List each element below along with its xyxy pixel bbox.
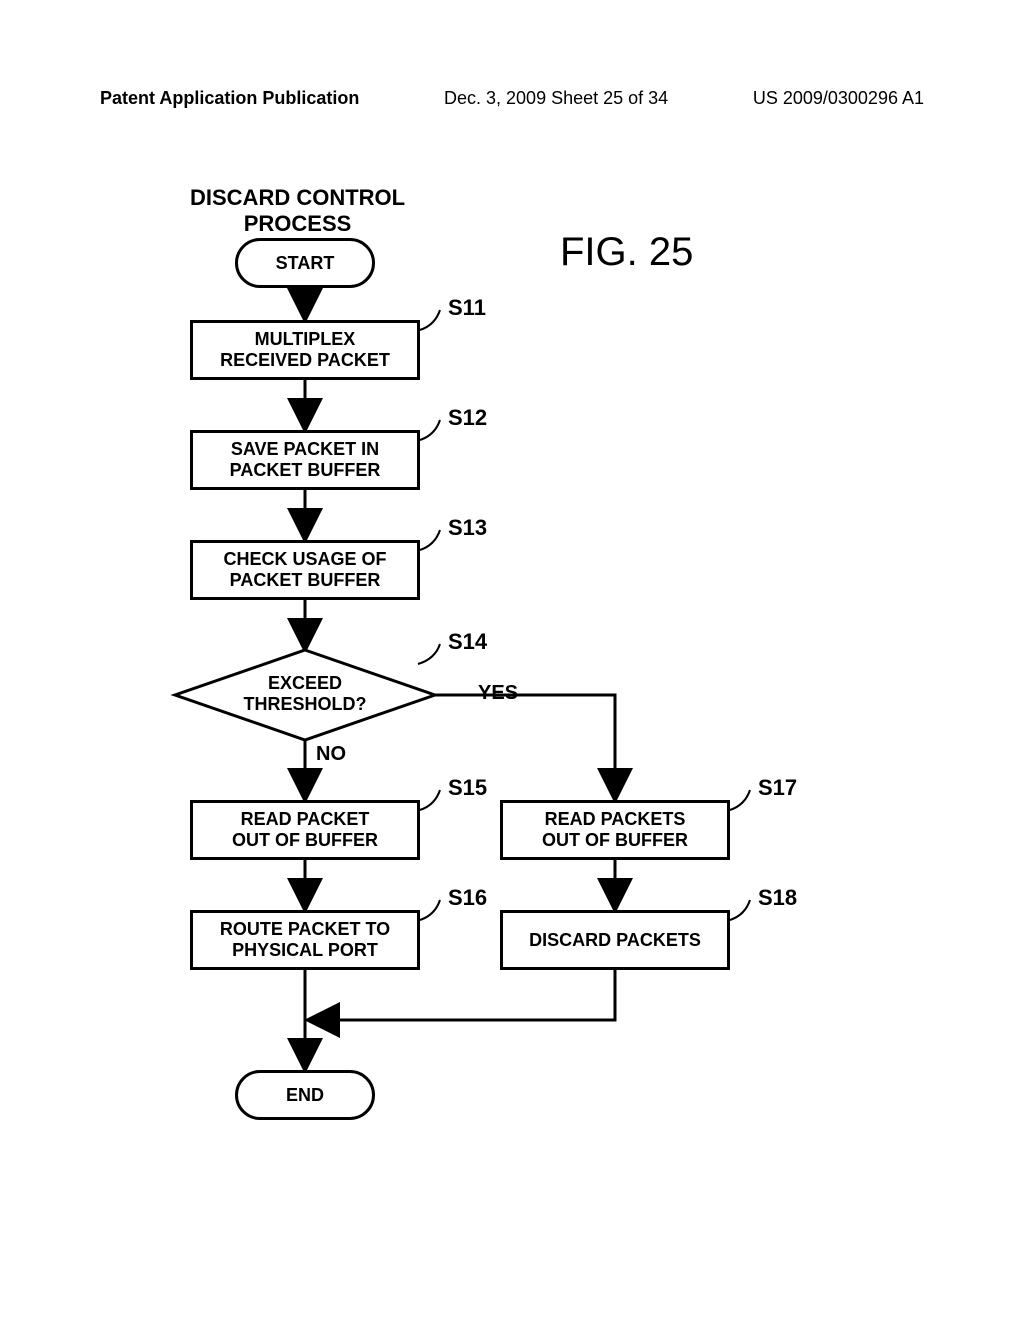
- step-s16-box: ROUTE PACKET TOPHYSICAL PORT: [190, 910, 420, 970]
- step-s18-box: DISCARD PACKETS: [500, 910, 730, 970]
- step-s17-box: READ PACKETSOUT OF BUFFER: [500, 800, 730, 860]
- step-s12-label: S12: [448, 405, 487, 431]
- step-s13-box: CHECK USAGE OFPACKET BUFFER: [190, 540, 420, 600]
- step-s11-label: S11: [448, 295, 486, 321]
- step-s13-label: S13: [448, 515, 487, 541]
- step-s16-label: S16: [448, 885, 487, 911]
- step-s12-box: SAVE PACKET INPACKET BUFFER: [190, 430, 420, 490]
- step-s15-label: S15: [448, 775, 487, 801]
- step-s17-label: S17: [758, 775, 797, 801]
- publication-type: Patent Application Publication: [100, 88, 359, 109]
- step-s11-box: MULTIPLEXRECEIVED PACKET: [190, 320, 420, 380]
- branch-no: NO: [316, 743, 346, 766]
- page-header: Patent Application Publication Dec. 3, 2…: [100, 88, 924, 109]
- publication-number: US 2009/0300296 A1: [753, 88, 924, 109]
- flowchart-container: START MULTIPLEXRECEIVED PACKET S11 SAVE …: [120, 230, 920, 1230]
- title-line-1: DISCARD CONTROL: [190, 185, 405, 210]
- end-node: END: [235, 1070, 375, 1120]
- date-sheet-info: Dec. 3, 2009 Sheet 25 of 34: [444, 88, 668, 109]
- step-s14-decision: EXCEEDTHRESHOLD?: [240, 673, 370, 714]
- step-s15-box: READ PACKETOUT OF BUFFER: [190, 800, 420, 860]
- step-s14-label: S14: [448, 629, 487, 655]
- step-s18-label: S18: [758, 885, 797, 911]
- branch-yes: YES: [478, 682, 518, 705]
- start-node: START: [235, 238, 375, 288]
